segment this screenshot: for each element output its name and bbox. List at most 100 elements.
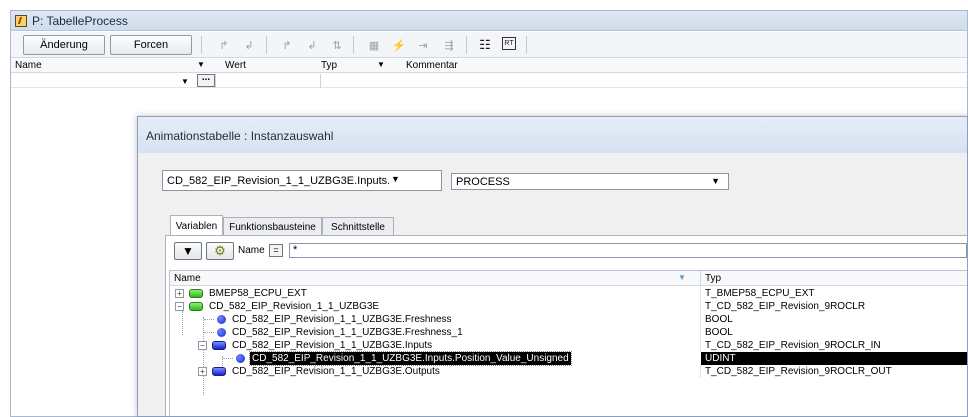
row-type: T_CD_582_EIP_Revision_9ROCLR <box>705 301 866 312</box>
set-falling-icon[interactable]: ↲ <box>304 37 320 53</box>
chevron-down-icon[interactable]: ▼ <box>181 77 189 86</box>
range-icon[interactable]: ⇥ <box>415 37 431 53</box>
chevron-down-icon[interactable]: ▼ <box>197 60 205 69</box>
table-row[interactable]: − CD_582_EIP_Revision_1_1_UZBG3E T_CD_58… <box>170 300 967 313</box>
process-value: PROCESS <box>456 176 510 188</box>
column-divider <box>700 313 701 326</box>
toolbar-separator <box>266 36 267 54</box>
tree-line <box>204 332 214 333</box>
instance-selection-dialog: Animationstabelle : Instanzauswahl CD_58… <box>137 116 968 417</box>
column-divider <box>700 300 701 313</box>
row-type: T_CD_582_EIP_Revision_9ROCLR_OUT <box>705 366 892 377</box>
row-name: CD_582_EIP_Revision_1_1_UZBG3E.Freshness… <box>232 327 463 338</box>
toolbar-separator <box>466 36 467 54</box>
animation-table-icon <box>15 15 27 27</box>
row-name: CD_582_EIP_Revision_1_1_UZBG3E.Outputs <box>232 366 440 377</box>
force-range-icon[interactable]: ⇶ <box>441 37 457 53</box>
variables-grid: Name ▼ Typ + BMEP58_ECPU_EXT T_BMEP58_EC… <box>169 270 967 416</box>
variablen-panel: ▼ ⚙ Name = * Name ▼ Typ + BMEP58_ECPU_EX… <box>165 235 967 416</box>
dialog-title: Animationstabelle : Instanzauswahl <box>146 129 334 143</box>
toolbar-separator <box>201 36 202 54</box>
filter-name-label: Name <box>238 245 265 256</box>
structure-node-icon <box>189 289 203 298</box>
tab-schnittstelle[interactable]: Schnittstelle <box>322 217 394 236</box>
ellipsis-button[interactable]: ... <box>197 73 215 87</box>
grid-col-typ[interactable]: Typ <box>705 273 721 284</box>
row-name: CD_582_EIP_Revision_1_1_UZBG3E <box>209 301 380 312</box>
row-type: T_BMEP58_ECPU_EXT <box>705 288 815 299</box>
sort-icon: ▼ <box>678 273 686 282</box>
table-row[interactable]: + BMEP58_ECPU_EXT T_BMEP58_ECPU_EXT <box>170 287 967 300</box>
column-divider <box>700 326 701 339</box>
column-divider <box>700 365 701 378</box>
table-icon[interactable]: ▦ <box>366 37 382 53</box>
aenderung-button[interactable]: Änderung <box>23 35 105 55</box>
dialog-title-bar: Animationstabelle : Instanzauswahl <box>138 117 967 153</box>
instance-combo[interactable]: CD_582_EIP_Revision_1_1_UZBG3E.Inputs.Po… <box>162 170 442 191</box>
col-kommentar-header[interactable]: Kommentar <box>406 60 458 71</box>
grid-col-name[interactable]: Name <box>174 273 201 284</box>
row-name: CD_582_EIP_Revision_1_1_UZBG3E.Freshness <box>232 314 452 325</box>
connect-icon[interactable]: ☷ <box>477 37 493 53</box>
table-row-editor: ▼ ... <box>11 73 967 88</box>
set-rising-icon[interactable]: ↱ <box>279 37 295 53</box>
structure-node-icon <box>189 302 203 311</box>
col-typ-header[interactable]: Typ <box>321 60 337 71</box>
row-type: BOOL <box>705 314 733 325</box>
row-name: CD_582_EIP_Revision_1_1_UZBG3E.Inputs.Po… <box>249 351 572 366</box>
variable-icon <box>236 354 245 363</box>
structure-node-icon <box>212 341 226 350</box>
grid-header: Name ▼ Typ <box>170 271 967 286</box>
table-row[interactable]: + CD_582_EIP_Revision_1_1_UZBG3E.Outputs… <box>170 365 967 378</box>
table-row[interactable]: − CD_582_EIP_Revision_1_1_UZBG3E.Inputs … <box>170 339 967 352</box>
name-cell[interactable]: ▼ ... <box>11 73 216 88</box>
gears-icon: ⚙ <box>214 243 226 258</box>
selection-highlight <box>701 352 967 365</box>
table-row[interactable]: CD_582_EIP_Revision_1_1_UZBG3E.Freshness… <box>170 326 967 339</box>
table-row[interactable]: CD_582_EIP_Revision_1_1_UZBG3E.Freshness… <box>170 313 967 326</box>
window-title: P: TabelleProcess <box>32 14 128 28</box>
toolbar-separator <box>526 36 527 54</box>
row-name: CD_582_EIP_Revision_1_1_UZBG3E.Inputs <box>232 340 433 351</box>
col-name-header[interactable]: Name <box>15 60 42 71</box>
collapse-icon[interactable]: − <box>198 341 207 350</box>
refresh-filter-button[interactable]: ⚙ <box>206 242 234 260</box>
row-name: BMEP58_ECPU_EXT <box>209 288 307 299</box>
toolbar-separator <box>353 36 354 54</box>
wert-cell[interactable] <box>216 74 321 88</box>
variable-icon <box>217 315 226 324</box>
row-type: UDINT <box>705 353 736 364</box>
forcen-button[interactable]: Forcen <box>110 35 192 55</box>
variable-icon <box>217 328 226 337</box>
column-divider[interactable] <box>700 271 701 286</box>
tree-line <box>223 358 233 359</box>
rt-icon[interactable]: RT <box>502 37 516 50</box>
force-icon[interactable]: ⚡ <box>391 37 407 53</box>
toolbar: Änderung Forcen ↱ ↲ ↱ ↲ ⇅ ▦ ⚡ ⇥ ⇶ ☷ RT <box>11 32 967 58</box>
structure-node-icon <box>212 367 226 376</box>
chevron-down-icon[interactable]: ▼ <box>377 60 385 69</box>
column-divider <box>700 339 701 352</box>
tree-line <box>204 319 214 320</box>
row-type: T_CD_582_EIP_Revision_9ROCLR_IN <box>705 340 881 351</box>
col-wert-header[interactable]: Wert <box>225 60 246 71</box>
tab-funktionsbausteine[interactable]: Funktionsbausteine <box>223 217 322 236</box>
expand-icon[interactable]: + <box>175 289 184 298</box>
chevron-down-icon[interactable]: ▼ <box>711 176 720 186</box>
table-row-selected[interactable]: CD_582_EIP_Revision_1_1_UZBG3E.Inputs.Po… <box>170 351 967 366</box>
falling-edge-icon[interactable]: ↲ <box>241 37 257 53</box>
row-type: BOOL <box>705 327 733 338</box>
filter-input[interactable]: * <box>289 243 967 258</box>
funnel-icon: ▼ <box>182 244 194 258</box>
window-title-bar: P: TabelleProcess <box>11 11 967 31</box>
equals-button[interactable]: = <box>269 244 283 257</box>
collapse-icon[interactable]: − <box>175 302 184 311</box>
expand-icon[interactable]: + <box>198 367 207 376</box>
column-divider <box>700 287 701 300</box>
tab-variablen[interactable]: Variablen <box>170 215 223 236</box>
rising-edge-icon[interactable]: ↱ <box>216 37 232 53</box>
filter-button[interactable]: ▼ <box>174 242 202 260</box>
chevron-down-icon[interactable]: ▼ <box>391 174 400 184</box>
toggle-icon[interactable]: ⇅ <box>329 37 345 53</box>
process-combo[interactable]: PROCESS ▼ <box>451 173 729 190</box>
